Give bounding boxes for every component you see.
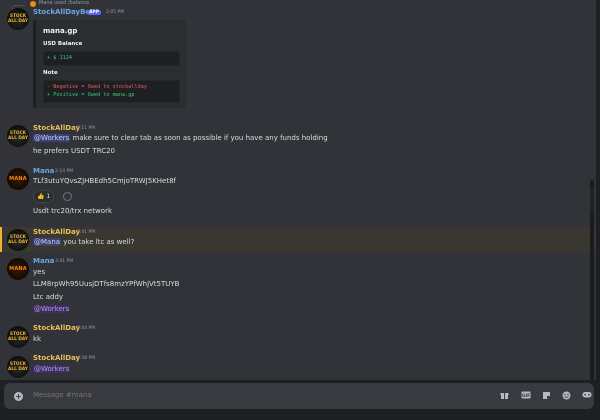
reaction-thumbs-up[interactable]: 👍 1	[33, 190, 55, 203]
author-name[interactable]: StockAllDay	[33, 354, 80, 362]
message-text: TLf3utuYQvsZJHBEdh5CmjoTRWJ5KHet8f	[33, 177, 177, 185]
timestamp: 2:05 PM	[106, 10, 125, 15]
avatar[interactable]: MANA	[7, 258, 29, 280]
svg-text:GIF: GIF	[522, 393, 530, 399]
sticker-icon[interactable]	[542, 391, 551, 400]
note-line-positive: + Positive = Owed to mana.gp	[47, 92, 135, 98]
window-bottom-edge	[0, 411, 600, 420]
message-text: kk	[33, 335, 42, 343]
reply-user[interactable]: Mana	[39, 0, 53, 6]
gift-icon[interactable]	[500, 391, 509, 400]
emoji-icon[interactable]	[562, 391, 571, 400]
author-name[interactable]: StockAllDay	[33, 124, 80, 132]
avatar[interactable]: STOCK ALL DAY	[7, 356, 29, 378]
gif-icon[interactable]: GIF	[521, 391, 531, 400]
reply-header[interactable]: Mana used /balance	[39, 0, 89, 6]
timestamp: 3:44 PM	[77, 326, 96, 331]
avatar[interactable]: STOCK ALL DAY	[7, 125, 29, 147]
author-name[interactable]: StockAllDayBot	[33, 8, 94, 16]
mention[interactable]: @Workers	[33, 305, 71, 313]
timestamp: 3:41 PM	[77, 230, 96, 235]
timestamp: 2:11 PM	[77, 126, 96, 131]
avatar[interactable]: STOCK ALL DAY	[7, 229, 29, 251]
message-text: Ltc addy	[33, 293, 64, 301]
message-text: he prefers USDT TRC20	[33, 147, 116, 155]
message-text: yes	[33, 268, 46, 276]
upload-plus-icon[interactable]: +	[14, 392, 23, 401]
scrollbar[interactable]	[590, 180, 594, 380]
author-name[interactable]: StockAllDay	[33, 324, 80, 332]
apps-icon[interactable]	[582, 391, 592, 400]
app-badge: APP	[87, 10, 102, 15]
avatar[interactable]: STOCK ALL DAY	[7, 326, 29, 348]
message-text: @Mana you take ltc as well?	[33, 238, 135, 246]
balance-value: + $ 1124	[47, 55, 72, 61]
reply-command[interactable]: /balance	[68, 0, 89, 6]
note-code-block: - Negative = Owed to stockallday + Posit…	[43, 80, 180, 103]
timestamp: 2:14 PM	[55, 169, 74, 174]
message-text: Usdt trc20/trx network	[33, 207, 112, 215]
balance-code-block: + $ 1124	[43, 51, 180, 66]
add-reaction-icon[interactable]	[63, 192, 72, 201]
reply-used: used	[54, 0, 67, 6]
note-label: Note	[43, 70, 58, 76]
balance-label: USD Balance	[43, 41, 83, 47]
scrollbar-thumb[interactable]	[590, 188, 594, 214]
timestamp: 3:41 PM	[55, 259, 74, 264]
thumbs-up-icon: 👍	[37, 193, 45, 200]
author-name[interactable]: StockAllDay	[33, 228, 80, 236]
avatar[interactable]: MANA	[7, 168, 29, 190]
reaction-count: 1	[46, 193, 51, 200]
author-name[interactable]: Mana	[33, 167, 54, 175]
message-text: @Workers	[33, 305, 71, 313]
mention[interactable]: @Workers	[33, 365, 71, 373]
embed-title: mana.gp	[43, 27, 78, 35]
note-line-negative: - Negative = Owed to stockallday	[47, 84, 147, 90]
chat-panel: Mana used /balance STOCK ALL DAY StockAl…	[0, 0, 596, 380]
balance-embed: mana.gp USD Balance + $ 1124 Note - Nega…	[33, 20, 186, 108]
message-text: @Workers make sure to clear tab as soon …	[33, 134, 328, 142]
timestamp: 4:38 PM	[77, 356, 96, 361]
message-composer: + GIF	[4, 383, 594, 409]
message-input[interactable]	[33, 391, 453, 399]
avatar[interactable]: STOCK ALL DAY	[7, 8, 29, 30]
message-text: LLM8rpWh95UusjDTfs8mzYPfWhjVt5TUYB	[33, 280, 180, 288]
author-name[interactable]: Mana	[33, 257, 54, 265]
reply-avatar[interactable]	[30, 1, 36, 7]
mention[interactable]: @Workers	[33, 134, 71, 142]
message-text: @Workers	[33, 365, 71, 373]
mention[interactable]: @Mana	[33, 238, 62, 246]
